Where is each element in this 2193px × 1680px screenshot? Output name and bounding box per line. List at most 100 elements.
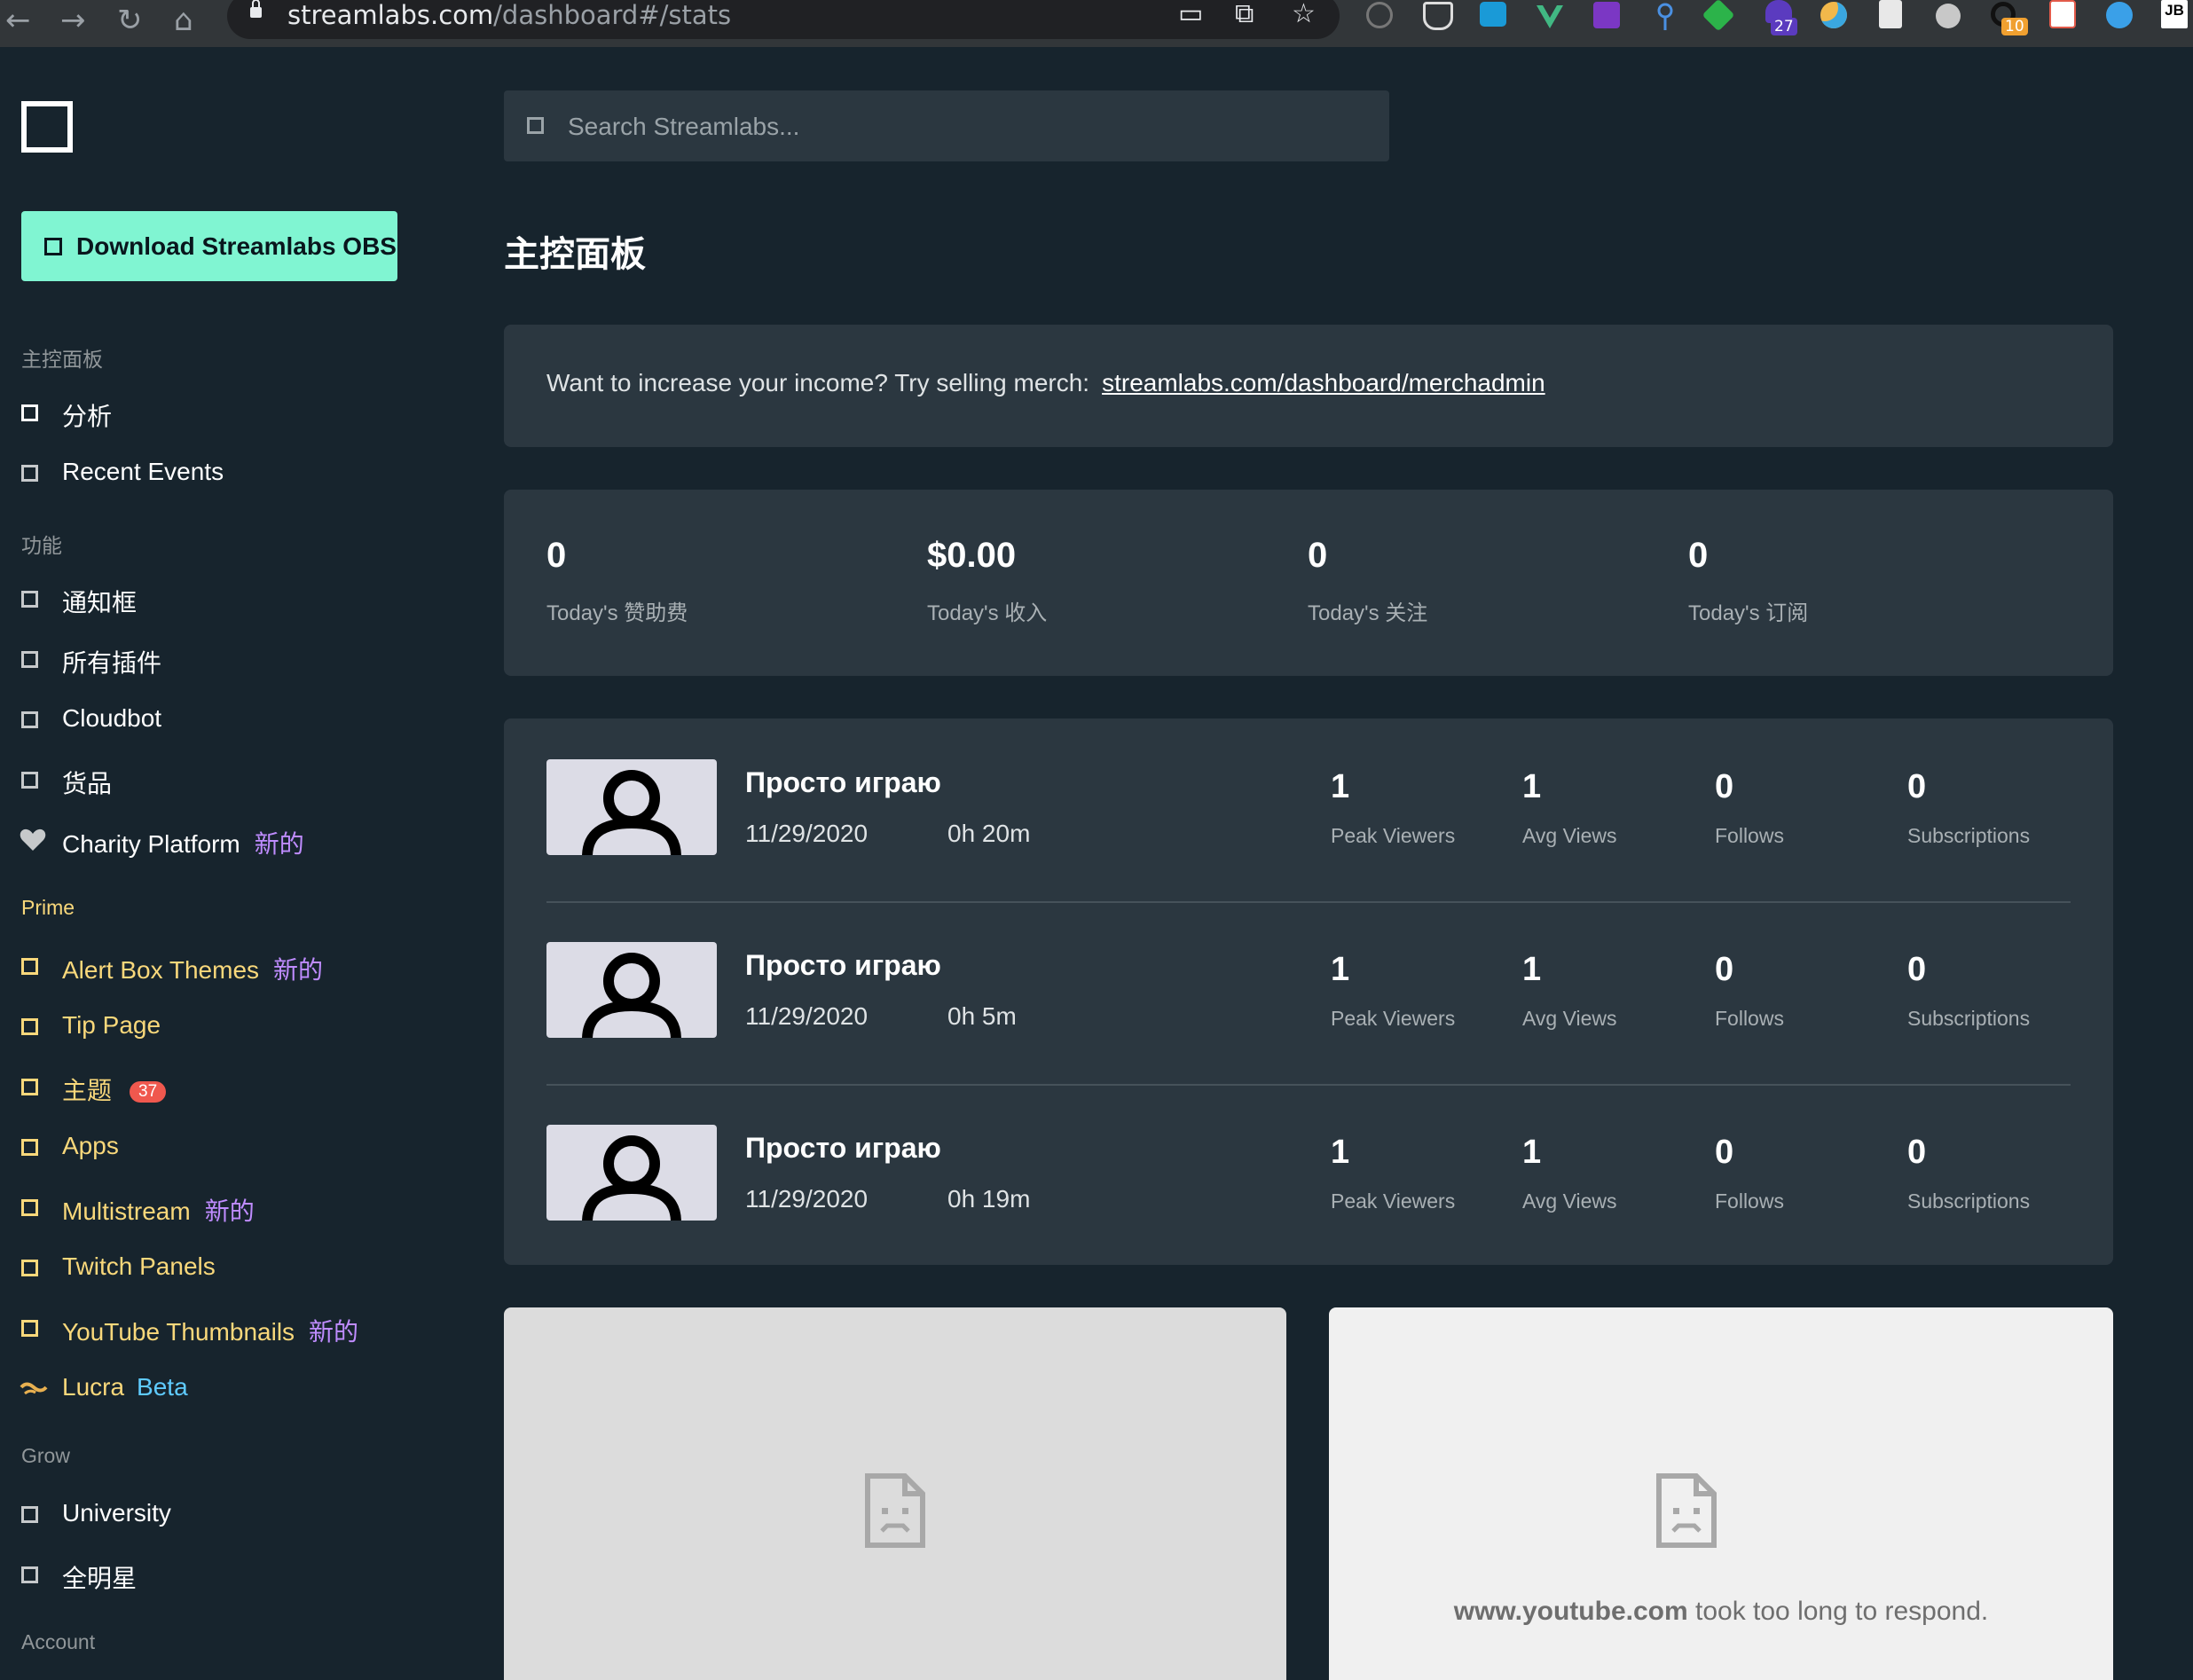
sidebar-item-recent-events[interactable]: Recent Events <box>21 456 447 491</box>
theme-icon <box>21 1079 38 1095</box>
sidebar-item-all-widgets[interactable]: 所有插件 <box>21 642 447 678</box>
stream-title: Просто играю <box>745 1132 941 1164</box>
back-arrow-icon[interactable]: ← <box>5 5 31 35</box>
page-title: 主控面板 <box>504 235 646 274</box>
new-tag: 新的 <box>309 1318 359 1346</box>
browser-toolbar: ← → ↻ ⌂ streamlabs.com/dashboard#/stats … <box>0 0 2193 47</box>
stat-value: 1 <box>1331 951 1350 988</box>
stream-thumbnail <box>546 759 717 855</box>
stat-value: $0.00 <box>927 536 1017 575</box>
streamlabs-logo[interactable] <box>21 101 73 153</box>
compass-extension-icon[interactable] <box>2106 2 2133 28</box>
download-obs-button[interactable]: Download Streamlabs OBS <box>21 211 397 281</box>
stream-title: Просто играю <box>745 766 941 798</box>
sidebar-item-analytics[interactable]: 分析 <box>21 396 447 431</box>
search-bar[interactable] <box>504 90 1389 161</box>
sidebar-item-charity[interactable]: Charity Platform 新的 <box>20 823 447 859</box>
stream-stat-avg: 1 Avg Views <box>1522 951 1617 1031</box>
tip-page-icon <box>21 1018 38 1035</box>
sidebar-item-youtube-thumbnails[interactable]: YouTube Thumbnails 新的 <box>21 1311 447 1346</box>
widgets-icon <box>21 651 38 668</box>
sidebar-item-apps[interactable]: Apps <box>21 1130 447 1166</box>
address-bar[interactable]: streamlabs.com/dashboard#/stats ▭ ⧉ ☆ <box>227 0 1340 39</box>
search-input[interactable] <box>566 108 1368 145</box>
stream-row[interactable]: Просто играю 11/29/2020 0h 19m 1 Peak Vie… <box>546 1084 2071 1267</box>
sidebar-item-label: Tip Page <box>62 1011 161 1039</box>
stat-value: 0 <box>1715 1134 1734 1171</box>
sidebar-item-all-stars[interactable]: 全明星 <box>21 1558 447 1593</box>
onenote-extension-icon[interactable] <box>1593 2 1620 28</box>
sidebar-item-multistream[interactable]: Multistream 新的 <box>21 1190 447 1226</box>
globe-extension-icon[interactable] <box>1820 2 1847 28</box>
sitemap-extension-icon[interactable] <box>2049 0 2076 28</box>
stat-label: Follows <box>1715 824 1784 847</box>
reload-icon[interactable]: ↻ <box>117 5 143 35</box>
jetbrains-extension-icon[interactable]: JB <box>2161 0 2188 28</box>
sidebar-item-university[interactable]: University <box>21 1497 447 1533</box>
stream-date: 11/29/2020 <box>745 1185 869 1213</box>
stream-stat-peak: 1 Peak Viewers <box>1331 1134 1455 1213</box>
sidebar-item-alert-box-themes[interactable]: Alert Box Themes 新的 <box>21 949 447 985</box>
stat-label: Avg Views <box>1522 1189 1617 1213</box>
stat-label: Avg Views <box>1522 1007 1617 1030</box>
sidebar-item-label: Charity Platform <box>62 830 240 858</box>
vue-devtools-icon[interactable] <box>1535 2 1565 32</box>
face-extension-icon[interactable] <box>1936 4 1961 28</box>
beta-tag: Beta <box>137 1373 188 1401</box>
embed-frame-youtube: www.youtube.com took too long to respond… <box>1329 1307 2113 1680</box>
embed-frame-left <box>504 1307 1286 1680</box>
sidebar-item-themes[interactable]: 主题 37 <box>21 1070 447 1105</box>
sidebar-item-lucra[interactable]: Lucra Beta <box>20 1371 447 1407</box>
sidebar-item-alertbox[interactable]: 通知框 <box>21 582 447 617</box>
new-tag: 新的 <box>273 956 324 984</box>
sidebar-item-label: Lucra <box>62 1373 125 1401</box>
home-icon[interactable]: ⌂ <box>174 5 193 35</box>
stream-row[interactable]: Просто играю 11/29/2020 0h 20m 1 Peak Vie… <box>546 718 2071 903</box>
download-obs-label: Download Streamlabs OBS <box>76 232 397 260</box>
sidebar-item-merch[interactable]: 货品 <box>21 763 447 798</box>
location-pin-icon[interactable] <box>1650 2 1680 32</box>
stream-row[interactable]: Просто играю 11/29/2020 0h 5m 1 Peak View… <box>546 901 2071 1086</box>
sidebar-item-label: Twitch Panels <box>62 1252 216 1280</box>
translate-icon[interactable]: ⧉ <box>1235 0 1254 29</box>
sidebar-item-cloudbot[interactable]: Cloudbot <box>21 703 447 738</box>
stat-value: 0 <box>1715 768 1734 805</box>
stat-label: Avg Views <box>1522 824 1617 847</box>
pocket-extension-icon[interactable] <box>1423 2 1453 30</box>
info-extension-icon[interactable] <box>1366 2 1393 28</box>
diamond-extension-icon[interactable] <box>1702 0 1735 32</box>
lucra-icon <box>20 1382 48 1395</box>
stat-value: 1 <box>1522 1134 1542 1171</box>
stat-label: Today's 收入 <box>927 601 1048 625</box>
forward-arrow-icon[interactable]: → <box>60 5 86 35</box>
thumbnails-icon <box>21 1320 38 1337</box>
bookmark-star-icon[interactable]: ☆ <box>1292 0 1316 29</box>
sidebar-item-label: Alert Box Themes <box>62 956 260 984</box>
apps-icon <box>21 1139 38 1156</box>
stream-stat-peak: 1 Peak Viewers <box>1331 951 1455 1031</box>
url-path: /dashboard#/stats <box>493 0 732 30</box>
recent-streams-card: Просто играю 11/29/2020 0h 20m 1 Peak Vie… <box>504 718 2113 1265</box>
section-grow: Grow <box>21 1444 70 1467</box>
sidebar-item-label: 货品 <box>62 770 113 797</box>
sidebar-item-label: YouTube Thumbnails <box>62 1318 295 1346</box>
sidebar-item-label: University <box>62 1499 171 1527</box>
stream-title: Просто играю <box>745 949 941 981</box>
devices-icon[interactable]: ▭ <box>1178 0 1203 29</box>
sidebar-item-label: 分析 <box>62 403 113 430</box>
lock-icon <box>250 0 262 18</box>
sidebar-item-twitch-panels[interactable]: Twitch Panels <box>21 1251 447 1286</box>
url-text[interactable]: streamlabs.com/dashboard#/stats <box>287 0 731 30</box>
url-host: streamlabs.com <box>287 0 494 30</box>
merch-admin-link[interactable]: streamlabs.com/dashboard/merchadmin <box>1102 369 1545 396</box>
sidebar-item-tip-page[interactable]: Tip Page <box>21 1009 447 1045</box>
document-extension-icon[interactable] <box>1879 0 1902 28</box>
stat-label: Peak Viewers <box>1331 1189 1456 1213</box>
search-icon <box>527 117 544 134</box>
stream-stat-follows: 0 Follows <box>1715 951 1784 1031</box>
user-avatar-icon <box>582 1135 681 1221</box>
stream-stat-follows: 0 Follows <box>1715 768 1784 848</box>
stat-donations: 0 Today's 赞助费 <box>546 536 688 626</box>
twitch-panels-icon <box>21 1260 38 1276</box>
reader-extension-icon[interactable] <box>1480 2 1506 27</box>
